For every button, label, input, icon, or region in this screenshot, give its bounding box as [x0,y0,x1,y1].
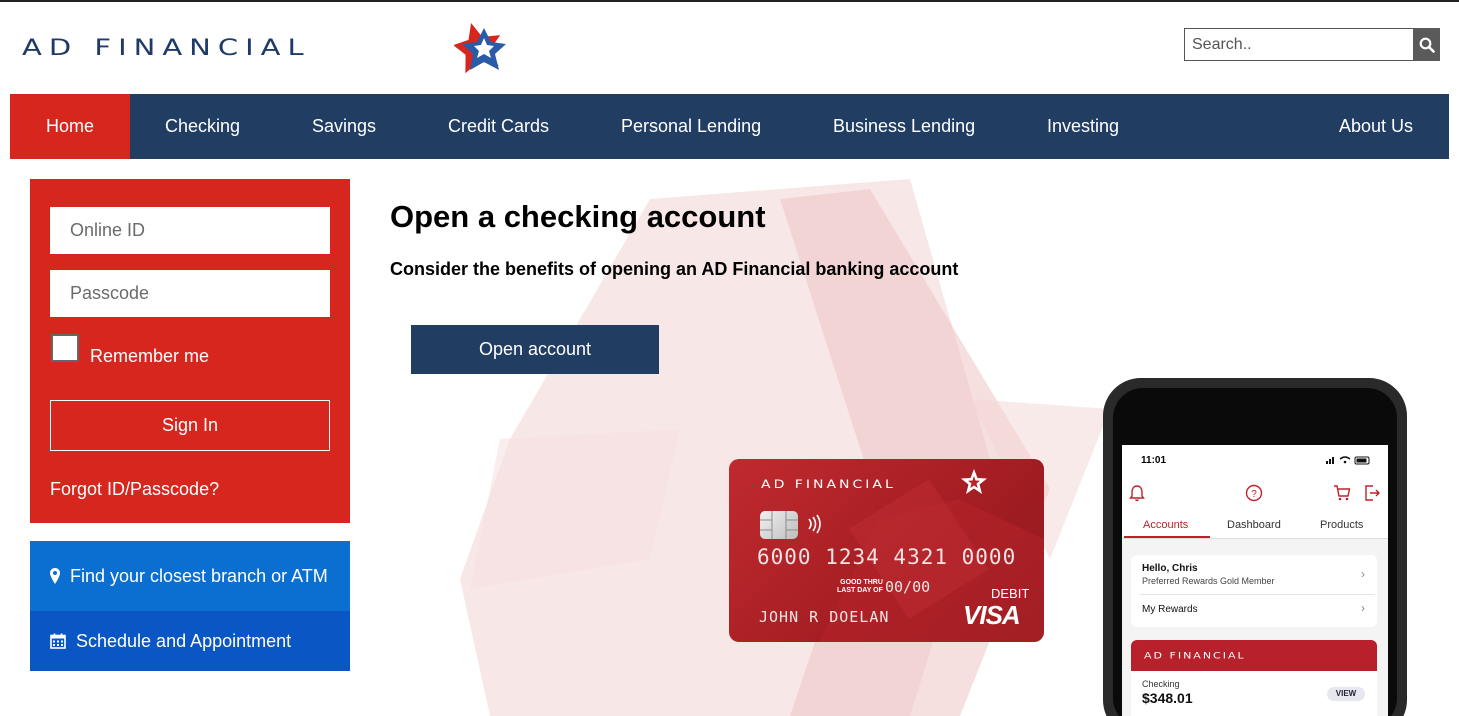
app-tabs: Accounts Dashboard Products [1122,511,1388,539]
find-branch-label: Find your closest branch or ATM [70,565,328,586]
passcode-input[interactable] [50,270,330,317]
remember-me-label: Remember me [90,346,210,366]
app-tab-accounts[interactable]: Accounts [1143,519,1188,531]
svg-text:?: ? [1251,489,1257,500]
card-number: 6000 1234 4321 0000 [757,545,1017,569]
contactless-icon [808,514,821,534]
active-tab-indicator [1124,536,1210,538]
nav-investing[interactable]: Investing [1047,94,1119,159]
my-rewards-label[interactable]: My Rewards [1142,604,1198,615]
main-nav: Home Checking Savings Credit Cards Perso… [10,94,1449,159]
login-panel: Remember me Sign In Forgot ID/Passcode? [30,179,350,523]
site-logo[interactable]: AD FINANCIAL [22,20,512,74]
find-branch-link[interactable]: Find your closest branch or ATM [30,541,350,611]
schedule-appointment-link[interactable]: Schedule and Appointment [30,611,350,671]
search-input[interactable] [1184,28,1414,61]
chevron-right-icon: › [1361,601,1365,615]
card-divider [1140,594,1375,595]
phone-screen: 11:01 ? Accounts Dashboard Products Hell… [1122,445,1388,716]
top-border [0,0,1459,2]
view-account-button[interactable]: VIEW [1327,687,1365,701]
visa-logo: VISA [963,600,1021,630]
help-icon[interactable]: ? [1245,484,1263,502]
remember-me-checkbox[interactable] [51,334,79,362]
search-button[interactable] [1413,28,1440,61]
card-star-icon [961,469,987,494]
nav-savings[interactable]: Savings [312,94,376,159]
schedule-appointment-label: Schedule and Appointment [76,630,292,651]
logo-wordmark: AD FINANCIAL [22,33,311,61]
account-balance: $348.01 [1142,690,1193,706]
card-good-thru: GOOD THRU LAST DAY OF [837,579,883,595]
signal-battery-icon [1326,456,1370,465]
card-chip-icon [760,511,798,539]
search-icon [1419,37,1435,53]
card-brand: AD FINANCIAL [761,478,896,492]
app-toolbar: ? [1122,475,1388,511]
nav-credit-cards[interactable]: Credit Cards [448,94,549,159]
phone-status-bar: 11:01 [1122,445,1388,475]
good-thru-line1: GOOD THRU [840,579,883,586]
open-account-button[interactable]: Open account [411,325,659,374]
nav-personal-lending[interactable]: Personal Lending [621,94,761,159]
membership-tier: Preferred Rewards Gold Member [1142,576,1275,586]
sign-in-button[interactable]: Sign In [50,400,330,451]
account-type: Checking [1142,679,1180,689]
bell-icon[interactable] [1128,484,1146,502]
greeting-name: Hello, Chris [1142,563,1198,574]
cart-icon[interactable] [1333,484,1351,502]
nav-about-us[interactable]: About Us [1339,94,1413,159]
nav-home[interactable]: Home [10,94,130,159]
card-type: DEBIT [991,586,1030,601]
app-tab-dashboard[interactable]: Dashboard [1227,519,1281,531]
card-expiry: 00/00 [885,578,931,596]
debit-card-image: AD FINANCIAL 6000 1234 4321 0000 GOOD TH… [729,459,1044,642]
map-pin-icon [50,568,60,584]
account-card-header: AD FINANCIAL [1131,640,1377,671]
nav-business-lending[interactable]: Business Lending [833,94,975,159]
hero-subheadline: Consider the benefits of opening an AD F… [390,259,959,279]
sign-out-icon[interactable] [1363,484,1381,502]
online-id-input[interactable] [50,207,330,254]
good-thru-line2: LAST DAY OF [837,587,883,594]
star-logo-icon [454,22,506,74]
calendar-icon [50,633,66,649]
chevron-right-icon: › [1361,567,1365,581]
greeting-card[interactable]: Hello, Chris Preferred Rewards Gold Memb… [1131,555,1377,627]
forgot-id-link[interactable]: Forgot ID/Passcode? [50,479,219,500]
account-card-brand: AD FINANCIAL [1144,650,1246,661]
account-card[interactable]: AD FINANCIAL Checking $348.01 VIEW [1131,640,1377,716]
nav-checking[interactable]: Checking [165,94,240,159]
app-tab-products[interactable]: Products [1320,519,1363,531]
card-holder-name: JOHN R DOELAN [759,608,890,626]
phone-time: 11:01 [1141,455,1167,466]
hero-headline: Open a checking account [390,199,766,234]
